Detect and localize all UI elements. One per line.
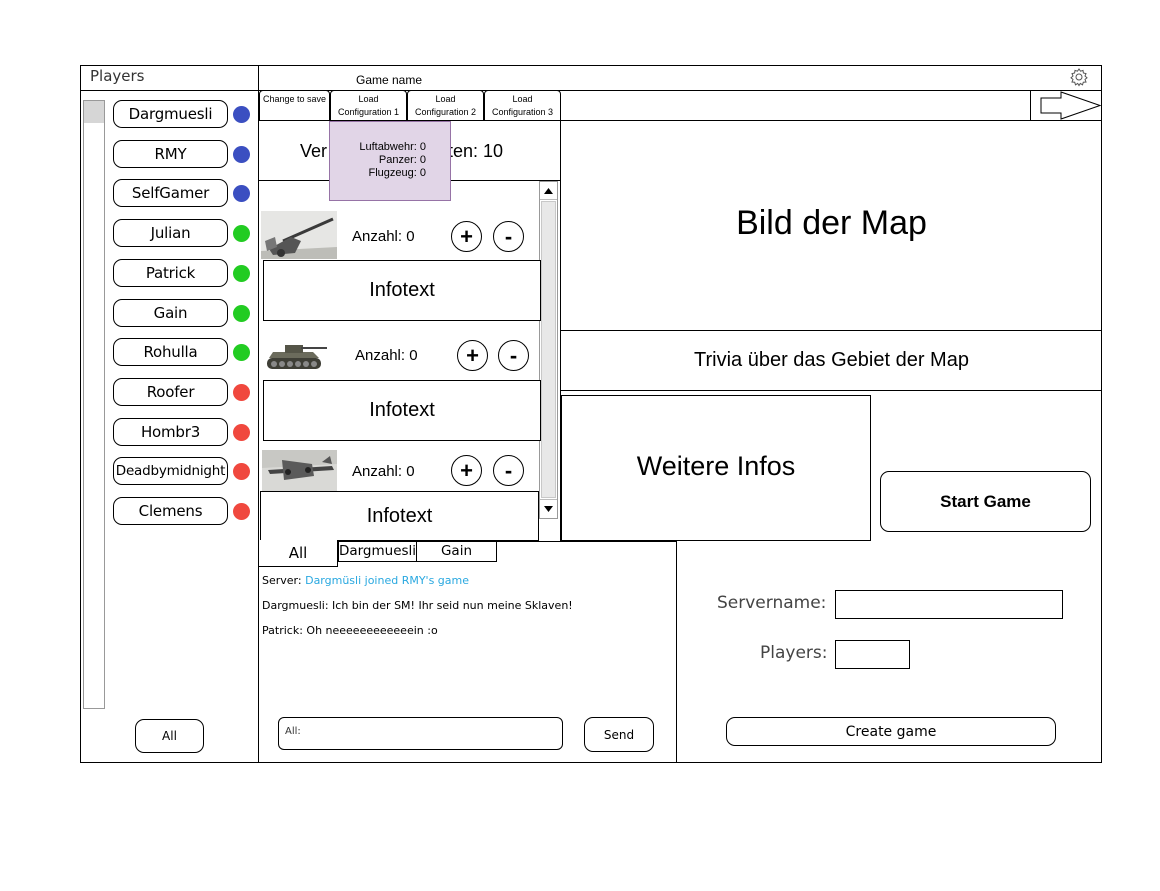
create-game-button[interactable]: Create game xyxy=(726,717,1056,746)
bomber-plane-image xyxy=(262,450,337,492)
player-button[interactable]: RMY xyxy=(113,140,228,168)
chat-message-text: Dargmüsli joined RMY's game xyxy=(305,574,470,587)
send-button[interactable]: Send xyxy=(584,717,654,752)
player-status-indicator xyxy=(233,185,250,202)
player-button[interactable]: Dargmuesli xyxy=(113,100,228,128)
unit-2-minus-button[interactable]: - xyxy=(498,340,529,371)
units-scroll-up-button[interactable] xyxy=(540,182,557,200)
change-to-save-tab[interactable]: Change to save xyxy=(259,90,330,121)
tooltip-line-tank: Panzer: 0 xyxy=(378,154,426,166)
chat-message-sender: Server: xyxy=(262,574,302,587)
player-status-indicator xyxy=(233,344,250,361)
player-button[interactable]: Patrick xyxy=(113,259,228,287)
chat-message: Server: Dargmüsli joined RMY's game xyxy=(262,574,469,587)
servername-label: Servername: xyxy=(717,593,827,613)
player-list-scroll-thumb[interactable] xyxy=(84,101,104,123)
unit-2-count: Anzahl: 0 xyxy=(355,347,418,364)
sidebar-title: Players xyxy=(90,67,145,85)
player-status-indicator xyxy=(233,424,250,441)
caret-up-icon xyxy=(544,187,553,194)
flak-gun-image xyxy=(261,211,337,259)
sidebar-header-divider xyxy=(80,90,259,91)
map-image-area: Bild der Map xyxy=(561,121,1102,331)
next-arrow-button[interactable] xyxy=(1030,90,1102,121)
player-status-indicator xyxy=(233,106,250,123)
players-label: Players: xyxy=(760,643,828,663)
tooltip-line-plane: Flugzeug: 0 xyxy=(368,167,426,179)
player-button[interactable]: Julian xyxy=(113,219,228,247)
more-info-text: Weitere Infos xyxy=(636,450,796,481)
servername-input[interactable] xyxy=(835,590,1063,619)
unit-3-infotext: Infotext xyxy=(260,491,539,541)
players-count-input[interactable] xyxy=(835,640,910,669)
chat-message: Patrick: Oh neeeeeeeeeeeein :o xyxy=(262,624,438,637)
player-status-indicator xyxy=(233,225,250,242)
settings-gear-icon[interactable] xyxy=(1069,67,1089,87)
chat-message-text: Ich bin der SM! Ihr seid nun meine Sklav… xyxy=(332,599,573,612)
unit-2-plus-button[interactable]: + xyxy=(457,340,488,371)
unit-2-infotext: Infotext xyxy=(263,380,541,441)
load-configuration-1-tab[interactable]: Load Configuration 1 xyxy=(330,90,407,121)
unit-summary-tooltip: Luftabwehr: 0 Panzer: 0 Flugzeug: 0 xyxy=(329,121,451,201)
unit-3-plus-button[interactable]: + xyxy=(451,455,482,486)
unit-3-minus-button[interactable]: - xyxy=(493,455,524,486)
map-image-label: Bild der Map xyxy=(736,203,927,242)
units-scroll-thumb[interactable] xyxy=(541,201,556,498)
player-status-indicator xyxy=(233,305,250,322)
units-header-left: Ver xyxy=(300,141,328,161)
chat-message-sender: Dargmuesli: xyxy=(262,599,329,612)
unit-3-count: Anzahl: 0 xyxy=(352,463,415,480)
unit-1-plus-button[interactable]: + xyxy=(451,221,482,252)
caret-down-icon xyxy=(544,506,553,512)
map-trivia: Trivia über das Gebiet der Map xyxy=(561,331,1102,391)
player-status-indicator xyxy=(233,463,250,480)
player-button[interactable]: Hombr3 xyxy=(113,418,228,446)
more-info-box: Weitere Infos xyxy=(561,395,871,541)
arrow-right-icon xyxy=(1040,91,1102,120)
all-players-button[interactable]: All xyxy=(135,719,204,753)
units-scroll-down-button[interactable] xyxy=(540,499,557,518)
player-button[interactable]: Rohulla xyxy=(113,338,228,366)
tank-image xyxy=(263,338,329,374)
player-status-indicator xyxy=(233,146,250,163)
load-configuration-2-tab[interactable]: Load Configuration 2 xyxy=(407,90,484,121)
player-status-indicator xyxy=(233,503,250,520)
players-sidebar xyxy=(80,65,259,763)
chat-input[interactable]: All: xyxy=(278,717,563,750)
player-status-indicator xyxy=(233,265,250,282)
unit-1-infotext: Infotext xyxy=(263,260,541,321)
unit-1-minus-button[interactable]: - xyxy=(493,221,524,252)
chat-input-value: All: xyxy=(285,726,301,737)
unit-1-count: Anzahl: 0 xyxy=(352,228,415,245)
load-configuration-3-tab[interactable]: Load Configuration 3 xyxy=(484,90,561,121)
chat-tab-all[interactable]: All xyxy=(258,540,338,567)
player-button[interactable]: Roofer xyxy=(113,378,228,406)
player-list-scrollbar[interactable] xyxy=(83,100,105,709)
chat-tab-dargmuesli[interactable]: Dargmuesli xyxy=(338,540,417,562)
player-button[interactable]: SelfGamer xyxy=(113,179,228,207)
game-name-label: Game name xyxy=(356,73,423,87)
player-button[interactable]: Clemens xyxy=(113,497,228,525)
chat-tab-gain[interactable]: Gain xyxy=(416,540,497,562)
map-trivia-text: Trivia über das Gebiet der Map xyxy=(694,349,969,371)
player-button[interactable]: Deadbymidnight xyxy=(113,457,228,485)
player-status-indicator xyxy=(233,384,250,401)
chat-message-sender: Patrick: xyxy=(262,624,303,637)
chat-message: Dargmuesli: Ich bin der SM! Ihr seid nun… xyxy=(262,599,573,612)
tooltip-line-flak: Luftabwehr: 0 xyxy=(359,141,426,153)
chat-message-text: Oh neeeeeeeeeeeein :o xyxy=(306,624,438,637)
player-button[interactable]: Gain xyxy=(113,299,228,327)
start-game-button[interactable]: Start Game xyxy=(880,471,1091,532)
